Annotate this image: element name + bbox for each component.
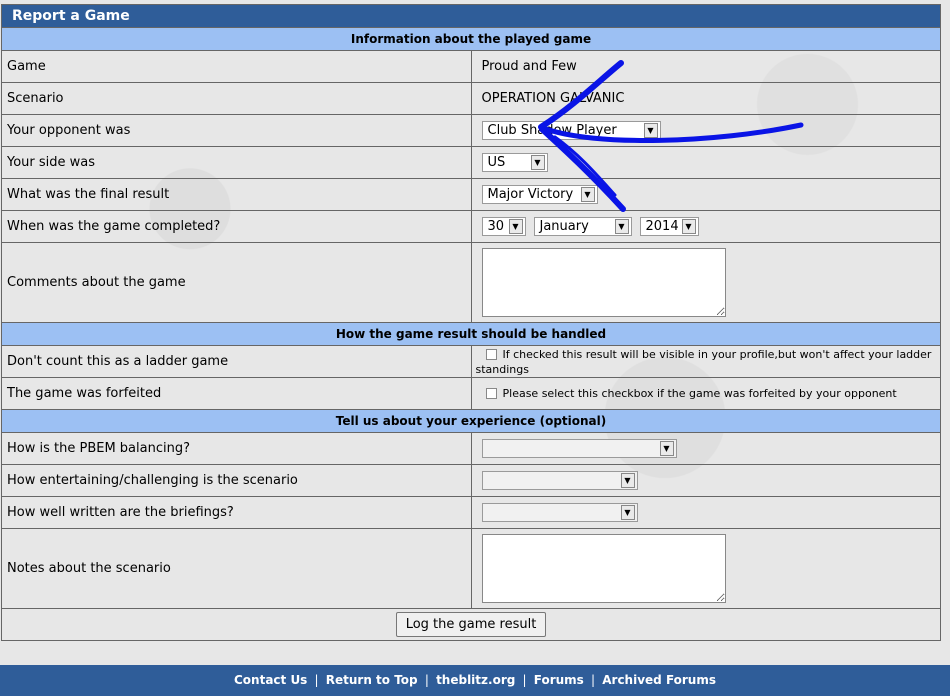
- log-game-result-button[interactable]: Log the game result: [395, 612, 547, 637]
- notes-label: Notes about the scenario: [1, 528, 472, 609]
- annotation-arrow-icon: [538, 60, 804, 212]
- entertaining-select[interactable]: ▼: [481, 471, 638, 490]
- forfeited-label: The game was forfeited: [1, 377, 472, 410]
- comments-label: Comments about the game: [1, 242, 472, 323]
- footer-separator: |: [424, 673, 429, 687]
- page-title: Report a Game: [1, 4, 941, 28]
- forfeited-note: Please select this checkbox if the game …: [502, 387, 897, 400]
- day-value: 30: [487, 219, 505, 234]
- no-ladder-label: Don't count this as a ladder game: [1, 345, 472, 378]
- arrow-upper-stroke: [538, 60, 624, 130]
- footer-link-contact[interactable]: Contact Us: [234, 673, 307, 687]
- forfeited-checkbox[interactable]: [485, 388, 497, 399]
- chevron-down-icon: ▼: [620, 473, 635, 488]
- side-label: Your side was: [1, 146, 472, 179]
- chevron-down-icon: ▼: [614, 219, 629, 234]
- footer-link-theblitz[interactable]: theblitz.org: [436, 673, 515, 687]
- result-label: What was the final result: [1, 178, 472, 211]
- completed-label: When was the game completed?: [1, 210, 472, 243]
- opponent-label: Your opponent was: [1, 114, 472, 147]
- no-ladder-note: If checked this result will be visible i…: [475, 347, 932, 376]
- scenario-label: Scenario: [1, 82, 472, 115]
- footer-link-return-top[interactable]: Return to Top: [326, 673, 418, 687]
- chevron-down-icon: ▼: [659, 441, 674, 456]
- section-header-info: Information about the played game: [1, 27, 941, 51]
- no-ladder-checkbox[interactable]: [485, 348, 497, 360]
- side-value: US: [487, 155, 506, 170]
- game-label: Game: [1, 50, 472, 83]
- footer-link-archived-forums[interactable]: Archived Forums: [602, 673, 716, 687]
- day-select[interactable]: 30 ▼: [481, 217, 526, 236]
- submit-row: Log the game result: [1, 608, 941, 641]
- entertaining-label: How entertaining/challenging is the scen…: [1, 464, 472, 497]
- arrow-shaft-stroke: [540, 122, 804, 143]
- notes-textarea[interactable]: [481, 534, 726, 603]
- footer-separator: |: [314, 673, 319, 687]
- section-header-experience: Tell us about your experience (optional): [1, 409, 941, 433]
- balancing-label: How is the PBEM balancing?: [1, 432, 472, 465]
- footer-link-forums[interactable]: Forums: [534, 673, 584, 687]
- chevron-down-icon: ▼: [681, 219, 696, 234]
- section-header-handling: How the game result should be handled: [1, 322, 941, 346]
- balancing-select[interactable]: ▼: [481, 439, 677, 458]
- month-value: January: [539, 219, 589, 234]
- briefings-label: How well written are the briefings?: [1, 496, 472, 529]
- briefings-select[interactable]: ▼: [481, 503, 638, 522]
- chevron-down-icon: ▼: [620, 505, 635, 520]
- footer-nav: Contact Us | Return to Top | theblitz.or…: [0, 665, 950, 696]
- year-value: 2014: [645, 219, 679, 234]
- comments-textarea[interactable]: [481, 248, 726, 317]
- chevron-down-icon: ▼: [508, 219, 523, 234]
- footer-separator: |: [591, 673, 596, 687]
- footer-separator: |: [522, 673, 527, 687]
